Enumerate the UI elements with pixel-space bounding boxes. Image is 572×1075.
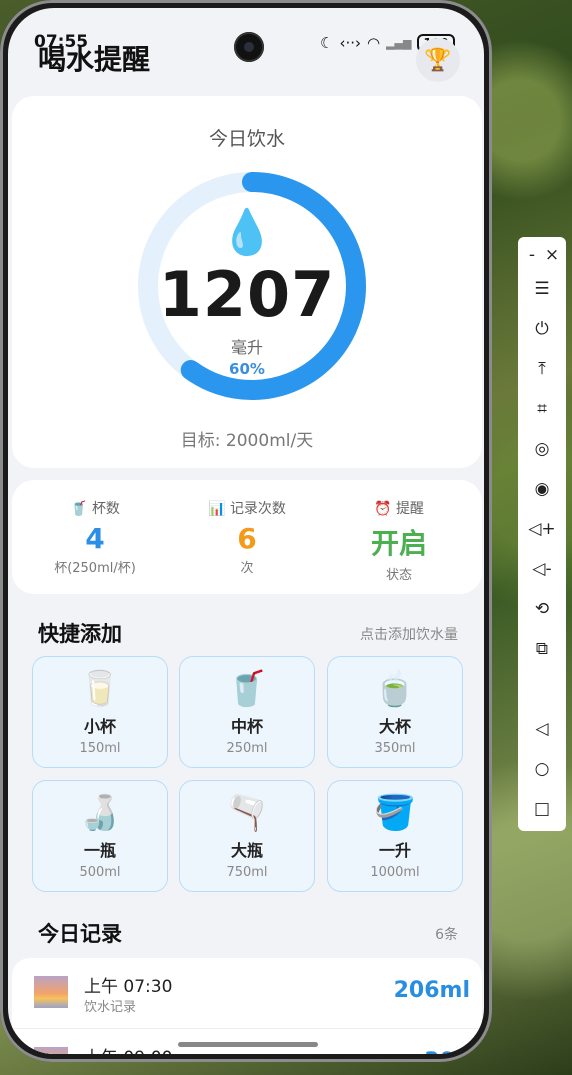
capture-icon[interactable]: ◉ bbox=[518, 479, 566, 499]
app-screen: 07:55 ☾ ‹··› ◠ ▂▄▆ 100 喝水提醒 🏆 今日饮水 💧 120… bbox=[8, 8, 484, 1054]
home-indicator[interactable] bbox=[178, 1042, 318, 1047]
cup-with-straw-icon: 🥤 bbox=[225, 669, 269, 709]
home-icon[interactable]: ○ bbox=[518, 759, 566, 779]
quick-add-bottle[interactable]: 🍶 一瓶 500ml bbox=[32, 780, 168, 892]
quick-add-ml: 150ml bbox=[79, 741, 121, 756]
rotate-icon[interactable]: ⟲ bbox=[518, 599, 566, 619]
quick-add-medium-cup[interactable]: 🥤 中杯 250ml bbox=[179, 656, 315, 768]
power-icon[interactable]: ⏻ bbox=[518, 319, 566, 339]
today-intake-card: 今日饮水 💧 1207 毫升 60% 目标: 2000ml/天 bbox=[12, 96, 482, 468]
records-title: 今日记录 bbox=[38, 922, 122, 946]
volume-up-icon[interactable]: ◁+ bbox=[518, 519, 566, 539]
record-amount: 206ml bbox=[393, 978, 470, 1003]
quick-add-name: 大杯 bbox=[378, 717, 411, 736]
stat-reminder-sub: 状态 bbox=[385, 568, 412, 583]
moon-icon: ☾ bbox=[320, 34, 334, 52]
record-icon[interactable]: ◎ bbox=[518, 439, 566, 459]
cup-icon: 🥤 bbox=[70, 501, 88, 517]
daily-goal: 目标: 2000ml/天 bbox=[180, 431, 314, 451]
record-row[interactable]: 上午 07:30 饮水记录 206ml bbox=[12, 958, 482, 1028]
stat-cups-label: 杯数 bbox=[91, 501, 120, 517]
quick-add-title: 快捷添加 bbox=[38, 622, 122, 646]
sake-bottle-icon: 🍶 bbox=[78, 793, 122, 833]
alarm-clock-icon: ⏰ bbox=[374, 501, 392, 517]
stat-records-label: 记录次数 bbox=[229, 501, 286, 517]
quick-add-ml: 350ml bbox=[374, 741, 416, 756]
crop-icon[interactable]: ⌗ bbox=[518, 399, 566, 419]
back-icon[interactable]: ◁ bbox=[518, 719, 566, 739]
quick-add-name: 中杯 bbox=[230, 717, 263, 736]
stat-cups-value: 4 bbox=[85, 522, 105, 555]
stat-reminder[interactable]: ⏰ 提醒 开启 状态 bbox=[324, 498, 474, 583]
stat-records: 📊 记录次数 6 次 bbox=[172, 498, 322, 576]
stat-cups: 🥤 杯数 4 杯(250ml/杯) bbox=[20, 498, 170, 576]
chart-icon: 📊 bbox=[208, 501, 226, 517]
stat-reminder-label: 提醒 bbox=[395, 501, 424, 517]
top-icon[interactable]: ⤒ bbox=[518, 359, 566, 379]
quick-add-ml: 1000ml bbox=[370, 865, 420, 880]
signal-icon: ▂▄▆ bbox=[386, 36, 412, 50]
quick-add-small-cup[interactable]: 🥛 小杯 150ml bbox=[32, 656, 168, 768]
link-icon: ‹··› bbox=[339, 34, 361, 52]
phone-frame: 07:55 ☾ ‹··› ◠ ▂▄▆ 100 喝水提醒 🏆 今日饮水 💧 120… bbox=[0, 0, 492, 1062]
quick-add-name: 一瓶 bbox=[83, 841, 116, 860]
stats-card: 🥤 杯数 4 杯(250ml/杯) 📊 记录次数 6 次 ⏰ 提醒 开启 状态 bbox=[12, 480, 482, 594]
stat-records-value: 6 bbox=[237, 522, 257, 555]
record-thumbnail bbox=[34, 1047, 68, 1054]
records-count: 6条 bbox=[435, 927, 458, 943]
water-drop-icon: 💧 bbox=[219, 207, 275, 258]
quick-add-liter[interactable]: 🪣 一升 1000ml bbox=[327, 780, 463, 892]
record-amount: 300 bbox=[424, 1049, 470, 1054]
volume-down-icon[interactable]: ◁- bbox=[518, 559, 566, 579]
emulator-toolbar: - × ☰ ⏻ ⤒ ⌗ ◎ ◉ ◁+ ◁- ⟲ ⧉ ◁ ○ □ bbox=[518, 237, 566, 831]
recents-icon[interactable]: □ bbox=[518, 799, 566, 819]
quick-add-ml: 500ml bbox=[79, 865, 121, 880]
stat-cups-sub: 杯(250ml/杯) bbox=[54, 561, 136, 576]
today-label: 今日饮水 bbox=[208, 128, 285, 150]
quick-add-ml: 750ml bbox=[226, 865, 268, 880]
quick-add-name: 小杯 bbox=[83, 717, 116, 736]
teacup-icon: 🍵 bbox=[373, 669, 417, 709]
bucket-icon: 🪣 bbox=[373, 793, 417, 833]
pouring-liquid-icon: 🫗 bbox=[225, 793, 269, 833]
multi-window-icon[interactable]: ⧉ bbox=[518, 639, 566, 659]
intake-amount: 1207 bbox=[158, 258, 336, 331]
stat-reminder-value: 开启 bbox=[370, 527, 427, 560]
quick-add-large-bottle[interactable]: 🫗 大瓶 750ml bbox=[179, 780, 315, 892]
intake-percent: 60% bbox=[229, 360, 265, 378]
record-time: 上午 07:30 bbox=[84, 977, 173, 997]
intake-unit: 毫升 bbox=[230, 338, 263, 357]
record-time: 上午 09:00 bbox=[84, 1043, 172, 1054]
quick-add-name: 大瓶 bbox=[230, 841, 263, 860]
app-title: 喝水提醒 bbox=[38, 43, 151, 76]
front-camera bbox=[234, 32, 264, 62]
quick-add-hint: 点击添加饮水量 bbox=[360, 627, 458, 643]
quick-add-name: 一升 bbox=[378, 841, 411, 860]
menu-icon[interactable]: ☰ bbox=[518, 279, 566, 299]
milk-glass-icon: 🥛 bbox=[78, 669, 122, 709]
record-row[interactable]: 上午 09:00 300 bbox=[12, 1028, 482, 1054]
stat-records-sub: 次 bbox=[240, 561, 254, 576]
quick-add-large-cup[interactable]: 🍵 大杯 350ml bbox=[327, 656, 463, 768]
close-icon[interactable]: × bbox=[528, 245, 572, 265]
record-desc: 饮水记录 bbox=[84, 1000, 137, 1015]
trophy-button[interactable]: 🏆 bbox=[416, 38, 460, 82]
wifi-icon: ◠ bbox=[367, 34, 381, 52]
quick-add-ml: 250ml bbox=[226, 741, 268, 756]
trophy-icon: 🏆 bbox=[424, 47, 452, 73]
record-thumbnail bbox=[34, 976, 68, 1008]
